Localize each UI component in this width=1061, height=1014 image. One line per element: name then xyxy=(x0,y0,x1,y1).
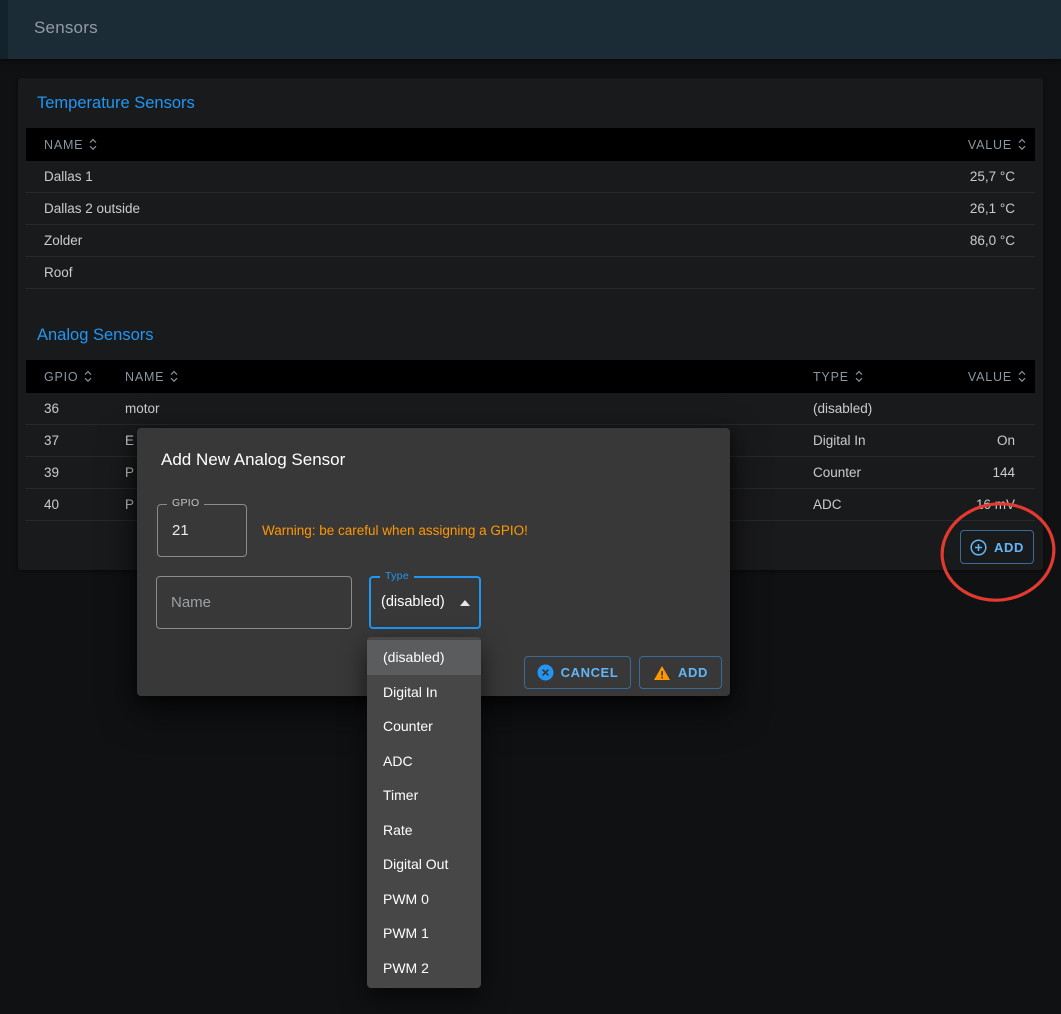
cell-value: 25,7 °C xyxy=(915,169,1035,184)
sort-icon xyxy=(1017,370,1027,383)
cell-value: 144 xyxy=(959,465,1015,480)
sort-icon xyxy=(854,370,864,383)
cell-name: Zolder xyxy=(26,233,915,248)
table-row: Roof xyxy=(26,257,1035,289)
sort-icon xyxy=(1017,138,1027,151)
type-field-label: Type xyxy=(380,570,414,582)
header-edge xyxy=(0,0,8,59)
gpio-field[interactable]: GPIO xyxy=(157,504,247,557)
page-title: Sensors xyxy=(34,18,98,38)
cell-value: On xyxy=(959,433,1015,448)
cell-value: 16 mV xyxy=(959,497,1015,512)
col-header-label: NAME xyxy=(44,138,83,152)
dialog-title: Add New Analog Sensor xyxy=(161,450,345,470)
dropdown-option-pwm2[interactable]: PWM 2 xyxy=(367,951,481,986)
gpio-input[interactable] xyxy=(158,505,246,556)
table-row: Zolder 86,0 °C xyxy=(26,225,1035,257)
type-select[interactable]: Type (disabled) xyxy=(369,576,481,629)
cell-value: 26,1 °C xyxy=(915,201,1035,216)
add-circle-icon xyxy=(970,539,987,556)
sort-icon xyxy=(169,370,179,383)
sort-icon xyxy=(83,370,93,383)
cell-type: Digital In xyxy=(813,433,959,448)
col-header-type[interactable]: TYPE xyxy=(813,370,959,384)
dropdown-option-adc[interactable]: ADC xyxy=(367,744,481,779)
col-header-label: GPIO xyxy=(44,370,78,384)
cell-name: Roof xyxy=(26,265,915,280)
screen: Sensors Temperature Sensors NAME VALUE D… xyxy=(0,0,1061,1014)
add-analog-sensor-button[interactable]: ADD xyxy=(960,530,1034,564)
cell-name: Dallas 1 xyxy=(26,169,915,184)
table-row: Dallas 1 25,7 °C xyxy=(26,161,1035,193)
cell-value: 86,0 °C xyxy=(915,233,1035,248)
col-header-label: NAME xyxy=(125,370,164,384)
col-header-value[interactable]: VALUE xyxy=(959,370,1027,384)
cell-type: Counter xyxy=(813,465,959,480)
cell-gpio: 40 xyxy=(44,497,125,512)
col-header-label: VALUE xyxy=(968,370,1012,384)
sort-icon xyxy=(88,138,98,151)
analog-section-title: Analog Sensors xyxy=(37,326,154,345)
add-button-label: ADD xyxy=(994,540,1024,555)
cancel-button-label: CANCEL xyxy=(561,665,619,680)
name-field[interactable] xyxy=(156,576,352,629)
dialog-add-button[interactable]: ADD xyxy=(639,656,722,689)
temperature-table-header: NAME VALUE xyxy=(26,128,1035,161)
type-select-value: (disabled) xyxy=(381,594,445,610)
temperature-section-title: Temperature Sensors xyxy=(37,94,195,113)
col-header-gpio[interactable]: GPIO xyxy=(44,370,125,384)
cell-name: motor xyxy=(125,401,813,416)
col-header-name[interactable]: NAME xyxy=(26,138,915,152)
name-input[interactable] xyxy=(157,577,351,628)
cell-type: (disabled) xyxy=(813,401,959,416)
dropdown-option-pwm1[interactable]: PWM 1 xyxy=(367,916,481,951)
analog-table-header: GPIO NAME TYPE VALUE xyxy=(26,360,1035,393)
dropdown-option-pwm0[interactable]: PWM 0 xyxy=(367,882,481,917)
dropdown-option-disabled[interactable]: (disabled) xyxy=(367,640,481,675)
dropdown-option-timer[interactable]: Timer xyxy=(367,778,481,813)
cell-gpio: 37 xyxy=(44,433,125,448)
dropdown-option-digital-in[interactable]: Digital In xyxy=(367,675,481,710)
cancel-icon xyxy=(537,664,554,681)
app-header: Sensors xyxy=(0,0,1061,59)
cell-type: ADC xyxy=(813,497,959,512)
add-button-label: ADD xyxy=(678,665,708,680)
caret-up-icon xyxy=(460,600,470,606)
cell-name: Dallas 2 outside xyxy=(26,201,915,216)
dropdown-option-rate[interactable]: Rate xyxy=(367,813,481,848)
cell-gpio: 36 xyxy=(44,401,125,416)
col-header-label: VALUE xyxy=(968,138,1012,152)
col-header-label: TYPE xyxy=(813,370,849,384)
dropdown-option-digital-out[interactable]: Digital Out xyxy=(367,847,481,882)
type-dropdown-menu: (disabled) Digital In Counter ADC Timer … xyxy=(367,637,481,988)
col-header-name[interactable]: NAME xyxy=(125,370,813,384)
temperature-table: NAME VALUE Dallas 1 25,7 °C Dallas 2 out… xyxy=(26,128,1035,289)
gpio-warning-text: Warning: be careful when assigning a GPI… xyxy=(262,523,528,538)
dropdown-option-counter[interactable]: Counter xyxy=(367,709,481,744)
table-row: 36 motor (disabled) xyxy=(26,393,1035,425)
col-header-value[interactable]: VALUE xyxy=(915,138,1035,152)
cancel-button[interactable]: CANCEL xyxy=(524,656,631,689)
cell-gpio: 39 xyxy=(44,465,125,480)
table-row: Dallas 2 outside 26,1 °C xyxy=(26,193,1035,225)
warning-icon xyxy=(653,665,671,681)
